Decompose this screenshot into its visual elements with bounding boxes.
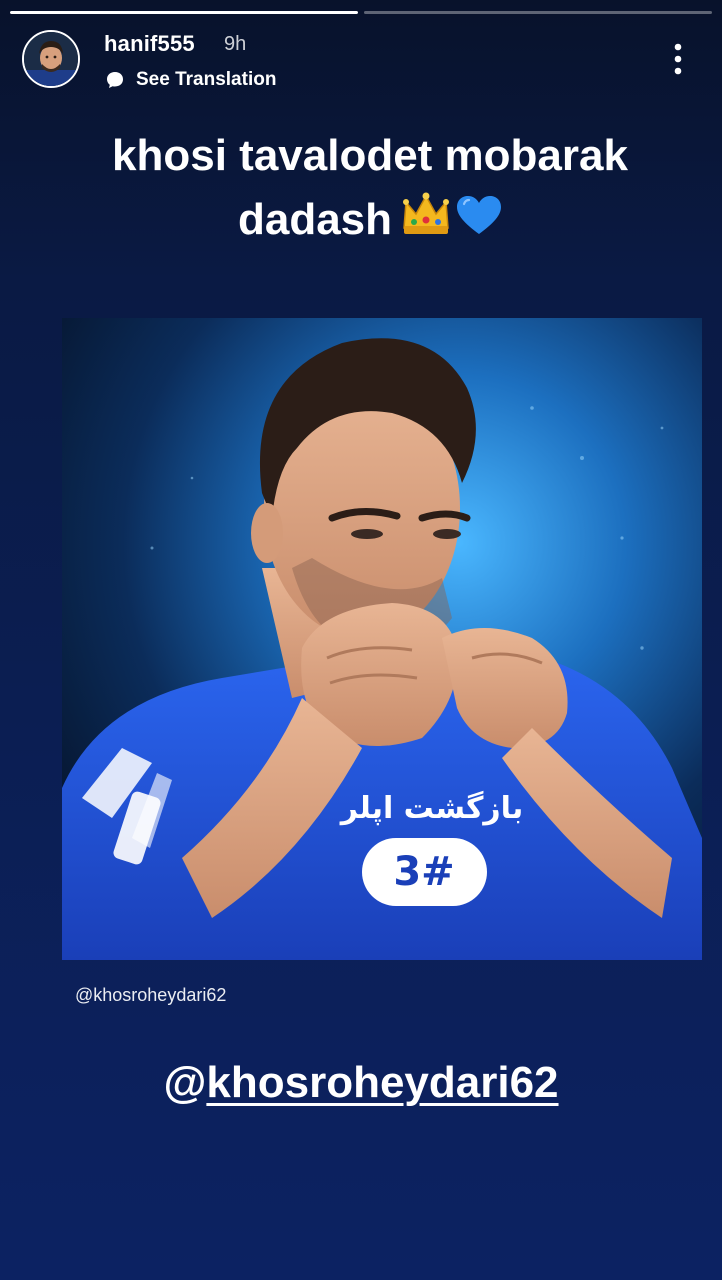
crown-icon bbox=[403, 192, 502, 234]
story-photo: بازگشت اپلر 3# bbox=[62, 318, 702, 960]
speech-bubble-icon bbox=[107, 72, 123, 88]
caption-line-2-row: dadash bbox=[40, 188, 700, 256]
story-time-ago: 9h bbox=[224, 33, 247, 55]
story-caption: khosi tavalodet mobarak dadash bbox=[40, 124, 700, 256]
svg-text:3#: 3# bbox=[393, 849, 454, 895]
more-vertical-icon[interactable] bbox=[664, 40, 692, 80]
blue-heart-icon bbox=[457, 196, 502, 234]
crown-heart-emoji bbox=[402, 190, 502, 256]
caption-line-1: khosi tavalodet mobarak bbox=[112, 131, 628, 180]
story-progress-bar-2 bbox=[364, 11, 712, 14]
mention-sticker[interactable]: @khosroheydari62 bbox=[0, 1058, 722, 1108]
footballer-photo: بازگشت اپلر 3# bbox=[62, 318, 702, 960]
see-translation-button[interactable]: See Translation bbox=[104, 68, 276, 92]
mention-handle: khosroheydari62 bbox=[206, 1058, 559, 1107]
see-translation-label: See Translation bbox=[136, 69, 277, 90]
mention-at-symbol: @ bbox=[163, 1058, 207, 1107]
avatar[interactable] bbox=[22, 30, 80, 88]
story-progress-fill-1 bbox=[10, 11, 358, 14]
caption-line-2: dadash bbox=[237, 195, 393, 244]
user-avatar-icon bbox=[24, 32, 78, 86]
story-progress-bar-1 bbox=[10, 11, 358, 14]
username[interactable]: hanif555 bbox=[104, 31, 195, 57]
jersey-sponsor-text: بازگشت اپلر bbox=[339, 790, 523, 826]
photo-credit-mention[interactable]: @khosroheydari62 bbox=[75, 985, 226, 1006]
